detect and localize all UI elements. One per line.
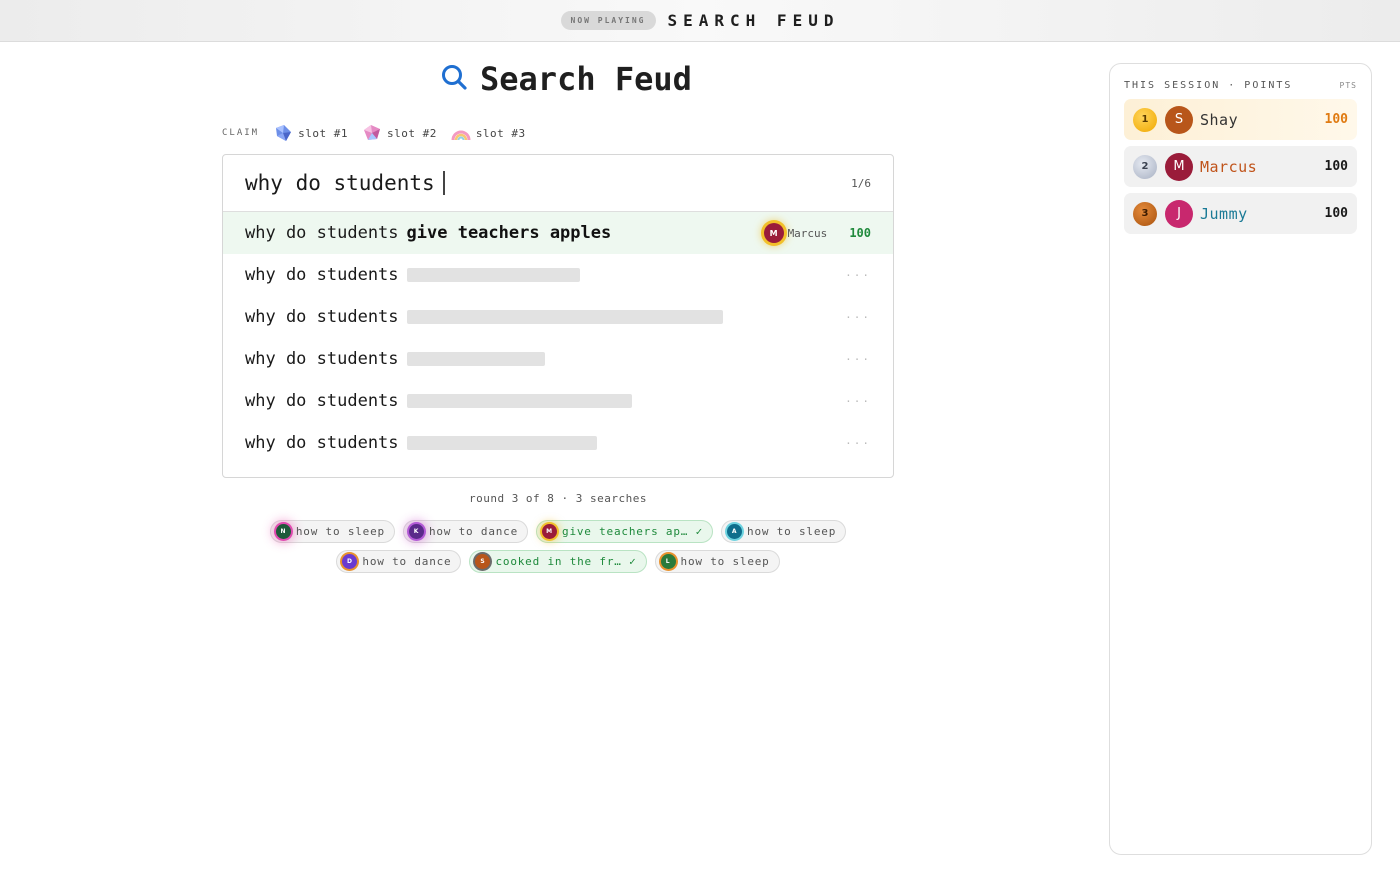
player-name: Shay [1200, 110, 1239, 129]
player-name: Marcus [1200, 157, 1258, 176]
avatar: L [660, 554, 676, 569]
hidden-answer-dots: ··· [845, 268, 871, 282]
answer-prefix: why do students [245, 307, 399, 327]
rank-badge: 2 [1133, 154, 1157, 179]
guess-text: cooked in the fr… ✓ [495, 555, 637, 568]
claim-slot-2[interactable]: slot #2 [362, 124, 437, 142]
avatar: K [408, 524, 424, 539]
answer-row-4: why do students ··· [223, 338, 893, 380]
guess-pill: K how to dance [402, 520, 529, 543]
hidden-answer-dots: ··· [845, 310, 871, 324]
hidden-answer-bar [406, 394, 632, 408]
game-title: SEARCH FEUD [667, 11, 840, 30]
avatar: N [275, 524, 291, 539]
rainbow-arch-icon [451, 130, 471, 141]
top-bar: NOW PLAYING SEARCH FEUD [0, 0, 1400, 42]
guess-pill: L how to sleep [654, 550, 780, 573]
leaderboard-title: THIS SESSION · POINTS [1124, 80, 1293, 91]
answer-points: 100 [849, 226, 871, 240]
avatar: M [763, 223, 784, 243]
claim-label: CLAIM [222, 128, 260, 138]
points-column-label: PTS [1339, 81, 1357, 90]
answer-row-6: why do students ··· [223, 422, 893, 464]
now-playing-badge: NOW PLAYING [560, 11, 656, 30]
guess-text: how to sleep [680, 555, 770, 568]
avatar: M [1165, 152, 1193, 181]
claim-slot-3[interactable]: slot #3 [451, 124, 526, 142]
player-name: Jummy [1200, 204, 1248, 223]
answer-prefix: why do students [245, 265, 399, 285]
guess-text: how to dance [362, 555, 452, 568]
session-leaderboard: THIS SESSION · POINTS PTS 1 S Shay 100 2… [1109, 63, 1372, 855]
answer-prefix: why do students [245, 433, 399, 453]
answer-row-1: why do students give teachers apples M M… [223, 212, 893, 254]
guess-text: how to dance [428, 525, 519, 538]
hidden-answer-bar [406, 436, 597, 450]
player-score: 100 [1324, 112, 1348, 127]
guess-text: how to sleep [747, 525, 837, 538]
guess-pills-row: D how to dance S cooked in the fr… ✓ L h… [222, 550, 894, 573]
claim-slot-1[interactable]: slot #1 [273, 124, 348, 142]
page-heading: Search Feud [440, 60, 692, 98]
guess-pill: M give teachers ap… ✓ [536, 520, 714, 543]
avatar: S [1165, 105, 1193, 134]
answer-claimer: M Marcus [763, 223, 828, 243]
hidden-answer-bar [406, 352, 545, 366]
hidden-answer-dots: ··· [845, 436, 871, 450]
hidden-answer-dots: ··· [845, 352, 871, 366]
answer-completion: give teachers apples [406, 223, 612, 243]
answer-prefix: why do students [245, 349, 399, 369]
slot-label: slot #1 [298, 126, 348, 140]
avatar: S [475, 554, 491, 569]
answer-counter: 1/6 [851, 176, 871, 190]
guess-pill: N how to sleep [269, 520, 395, 543]
avatar: D [342, 554, 358, 569]
rank-badge: 1 [1133, 107, 1157, 132]
guess-pill: S cooked in the fr… ✓ [469, 550, 647, 573]
blue-gem-icon [276, 125, 292, 141]
answer-prefix: why do students [245, 391, 399, 411]
guess-text: give teachers ap… ✓ [562, 525, 704, 538]
guess-pill: D how to dance [336, 550, 462, 573]
avatar: M [542, 524, 558, 539]
slot-label: slot #3 [475, 126, 526, 140]
answer-row-2: why do students ··· [223, 254, 893, 296]
round-info: round 3 of 8 · 3 searches [468, 492, 648, 505]
guess-text: how to sleep [295, 525, 385, 538]
avatar: A [727, 524, 743, 539]
answer-row-3: why do students ··· [223, 296, 893, 338]
leaderboard-row: 1 S Shay 100 [1124, 99, 1357, 140]
hidden-answer-dots: ··· [845, 394, 871, 408]
slot-label: slot #2 [386, 126, 437, 140]
player-score: 100 [1324, 159, 1348, 174]
pink-gem-icon [363, 125, 380, 140]
claim-row: CLAIM slot #1 slot #2 slot #3 [222, 123, 532, 143]
answer-row-5: why do students ··· [223, 380, 893, 422]
rank-badge: 3 [1133, 201, 1157, 226]
guess-pills-row: N how to sleep K how to dance M give tea… [222, 520, 894, 543]
search-results-board: why do students 1/6 why do students give… [222, 154, 894, 478]
hidden-answer-bar [406, 268, 580, 282]
query-text: why do students [245, 171, 435, 195]
search-input[interactable]: why do students 1/6 [223, 155, 893, 212]
claimer-name: Marcus [787, 226, 828, 240]
page-title: Search Feud [480, 60, 692, 98]
player-score: 100 [1324, 206, 1348, 221]
leaderboard-row: 2 M Marcus 100 [1124, 146, 1357, 187]
guess-pill: A how to sleep [721, 520, 847, 543]
text-caret [442, 171, 445, 195]
avatar: J [1165, 199, 1193, 228]
search-icon [440, 63, 468, 95]
leaderboard-row: 3 J Jummy 100 [1124, 193, 1357, 234]
hidden-answer-bar [406, 310, 723, 324]
answer-prefix: why do students [245, 223, 399, 243]
